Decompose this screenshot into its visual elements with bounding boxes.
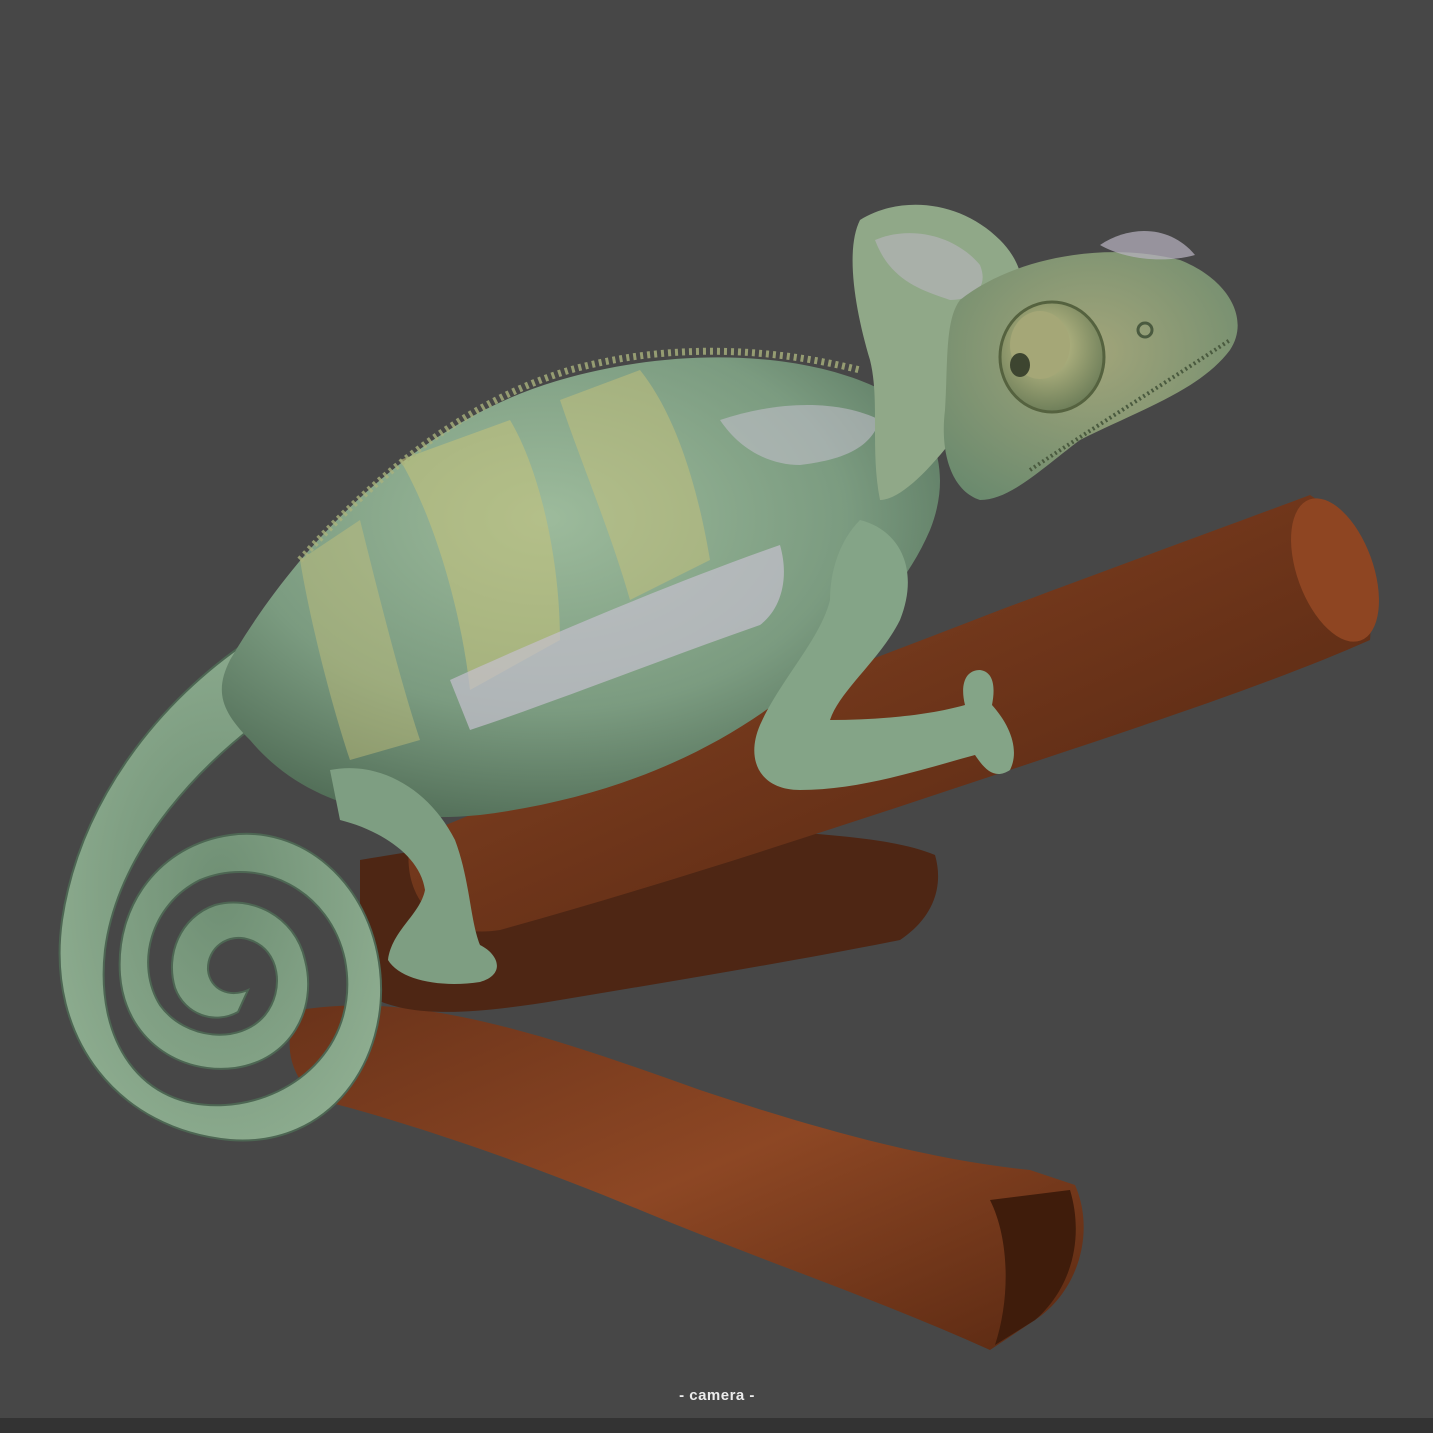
camera-label: - camera -: [679, 1387, 755, 1404]
3d-viewport[interactable]: - camera -: [0, 0, 1433, 1418]
eye: [998, 300, 1106, 414]
model-render[interactable]: [0, 0, 1433, 1418]
status-bar: [0, 1418, 1433, 1433]
lower-branch: [289, 1005, 1084, 1350]
